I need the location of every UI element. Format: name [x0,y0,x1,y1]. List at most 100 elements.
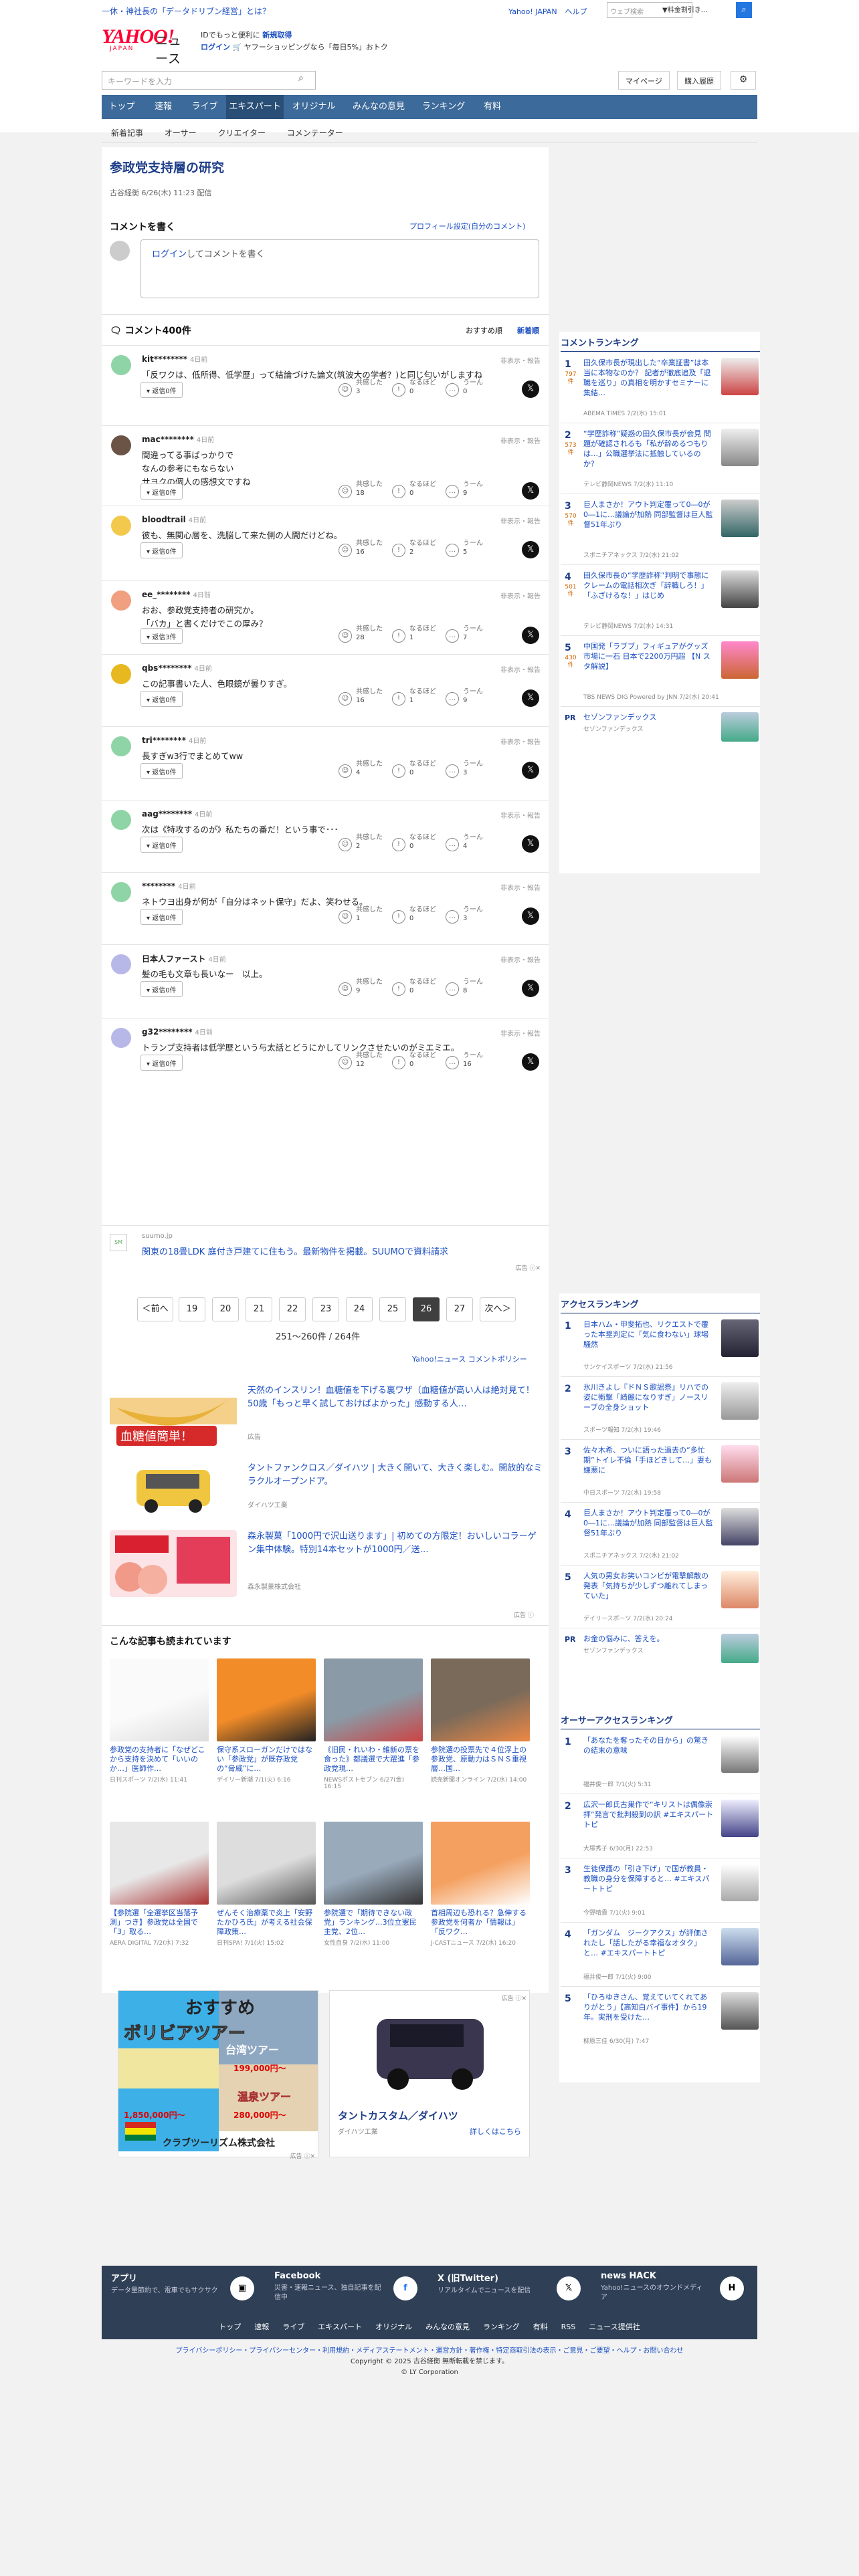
subnav-author[interactable]: オーサー [165,128,197,138]
article-card-title[interactable]: 参政党の支持者に「なぜどこから支持を決めて「いいのか…」医師作… [110,1745,209,1774]
footer-nav-item[interactable]: オリジナル [375,2323,412,2331]
subnav-commentator[interactable]: コメンテーター [287,128,343,138]
user-name[interactable]: 日本人ファースト [142,954,205,964]
reaction-b[interactable]: ! なるほど 0 [392,834,443,854]
footer-col[interactable]: アプリ データ量節約で、電車でもサクサク ▣ [111,2271,265,2300]
rank-title[interactable]: 巨人まさか！アウト判定覆って0―0が0―1に…議論が加熱 同部監督は巨人監督51… [583,1508,714,1538]
ranking-item[interactable]: 1 797件 田久保市長が現出した“卒業証書”は本当に本物なのか？ 記者が徹底追及「… [561,352,760,423]
page-number[interactable]: 23 [312,1297,339,1321]
ad-title[interactable]: タントカスタム／ダイハツ [338,2109,458,2123]
article-card-title[interactable]: 参院選の投票先で４位浮上の参政党、原動力はＳＮＳ重視層…国… [431,1745,530,1774]
reaction-c[interactable]: … うーん 4 [446,834,496,854]
ranking-item[interactable]: 2 氷川きよし『ドＮＳ歌謡祭』リハでの姿に衝撃「綺麗になりすぎ」ノースリーブの全身… [561,1376,760,1439]
ranking-item[interactable]: 5 人気の男女お笑いコンビが電撃解散の発表「気持ちが少しずつ離れてしまっていた」デ… [561,1565,760,1628]
newshack-icon[interactable]: H [720,2276,744,2300]
rank-title[interactable]: 佐々木希、ついに語った過去の“多忙期”トイレ不倫「手ほどきして…」妻も嫌悪に [583,1445,714,1475]
gear-icon[interactable]: ⚙ [731,71,756,90]
article-card-title[interactable]: 参院選で「期待できない政党」ランキング…3位立憲民主党、2位… [324,1909,423,1937]
article-card[interactable]: ぜんそく治療薬で炎上「安野たかひろ氏」が考える社会保障政策… 日刊SPA! 7/1… [217,1822,316,1947]
pr-title[interactable]: お金の悩みに、答えを。 [583,1634,714,1644]
reply-button[interactable]: ▾ 返信0件 [140,542,183,558]
yahoo-news-logo[interactable]: YAHOO! JAPAN ニュース [102,25,190,66]
article-card-title[interactable]: 【参院選「全選挙区当落予測」つき】参政党は全国で「3」取る… [110,1909,209,1937]
ranking-item[interactable]: 4 501件 田久保市長の“学歴詐称”判明で事態にクレームの電話相次ぎ「辞職しろ！」… [561,564,760,635]
x-share-icon[interactable]: 𝕏 [522,980,539,997]
rank-title[interactable]: 「ひろゆきさん、覚えていてくれてありがとう」【高知白バイ事件】から19年。実刑を… [583,1992,714,2022]
article-card[interactable]: 参院選で「期待できない政党」ランキング…3位立憲民主党、2位… 女性自身 7/2(… [324,1822,423,1947]
ad-text[interactable]: タントファンクロス／ダイハツ | 大きく開いて、大きく楽しむ。開放的なミラクルオ… [248,1462,545,1489]
ranking-item[interactable]: 5 430件 中国発「ラブブ」フィギュアがグッズ市場に一石 日本で2200万円超 【… [561,635,760,706]
native-ad[interactable]: SM suumo.jp 関東の18畳LDK 庭付き戸建てに住もう。最新物件を掲載… [102,1225,549,1279]
ranking-item[interactable]: 1 日本ハム・甲斐拓也、リクエストで覆った本塁判定に「気に食わない」球場騒然 サンケ… [561,1313,760,1376]
report-link[interactable]: 非表示・報告 [500,1028,541,1038]
legal-links[interactable]: プライバシーポリシー・プライバシーセンター・利用規約・メディアステートメント・運… [102,2346,757,2357]
facebook-icon[interactable]: f [393,2276,417,2300]
footer-nav-item[interactable]: トップ [219,2323,241,2331]
nav-item[interactable]: ランキング [415,95,472,119]
ad-row[interactable]: 血糖値簡単！ 天然のインスリン！血糖値を下げる裏ワザ（血糖値が高い人は絶対見て！… [110,1384,545,1458]
reply-button[interactable]: ▾ 返信0件 [140,837,183,853]
report-link[interactable]: 非表示・報告 [500,591,541,601]
sort-newest[interactable]: 新着順 [517,326,539,335]
reaction-a[interactable]: ☺ 共感した 18 [339,481,389,501]
comment-input[interactable]: ログインしてコメントを書く [140,239,539,298]
search-select[interactable]: ▼料金割引き... [662,4,707,14]
reaction-a[interactable]: ☺ 共感した 16 [339,540,389,560]
report-link[interactable]: 非表示・報告 [500,954,541,964]
reaction-b[interactable]: ! なるほど 0 [392,978,443,998]
reply-button[interactable]: ▾ 返信0件 [140,909,183,925]
ranking-item[interactable]: 1 「あなたを奪ったその日から」の驚きの結末の意味 福井俊一郎 7/1(火) 5:3… [561,1729,760,1794]
user-name[interactable]: bloodtrail [142,515,186,524]
reaction-a[interactable]: ☺ 共感した 28 [339,625,389,645]
rank-title[interactable]: 田久保市長が現出した“卒業証書”は本当に本物なのか？ 記者が徹底追及「退職を巡り… [583,358,714,398]
ad-detail-link[interactable]: 詳しくはこちら [470,2126,521,2137]
reaction-b[interactable]: ! なるほど 0 [392,760,443,780]
user-name[interactable]: aag******** [142,809,192,819]
rank-title[interactable]: 生徒保護の「引き下げ」で国が教員・教職の身分を保障すると… #エキスパートトピ [583,1864,714,1894]
pr-item[interactable]: PR セゾンファンデックス セゾンファンデックス [561,706,760,746]
reaction-a[interactable]: ☺ 共感した 4 [339,760,389,780]
rank-title[interactable]: 「あなたを奪ったその日から」の驚きの結末の意味 [583,1735,714,1755]
user-name[interactable]: tri******** [142,736,186,745]
profile-setting-link[interactable]: プロフィール設定(自分のコメント) [409,221,525,231]
comment-user[interactable]: kit******** 4日前 [142,354,207,364]
reply-button[interactable]: ▾ 返信0件 [140,691,183,707]
nav-item[interactable]: ライブ [185,95,225,119]
yahoo-japan-link[interactable]: Yahoo! JAPAN [508,7,557,16]
pr-title[interactable]: セゾンファンデックス [583,712,714,722]
x-share-icon[interactable]: 𝕏 [522,907,539,925]
footer-nav-item[interactable]: ライブ [282,2323,304,2331]
footer-col[interactable]: Facebook 災害・速報ニュース、独自記事を配信中 f [274,2271,428,2302]
ad-text[interactable]: 森永製菓「1000円で沢山送ります」| 初めての方限定！おいしいコラーゲン集中体… [248,1530,545,1557]
ranking-item[interactable]: 3 570件 巨人まさか！アウト判定覆って0―0が0―1に…議論が加熱 同部監督は巨… [561,494,760,564]
travel-ad[interactable]: クラブツーリズム株式会社 おすすめ ボリビアツアー 台湾ツアー 199,000円… [118,1990,318,2160]
footer-nav-item[interactable]: ランキング [483,2323,520,2331]
pr-item[interactable]: PR お金の悩みに、答えを。 セゾンファンデックス [561,1628,760,1668]
footer-col[interactable]: news HACK Yahoo!ニュースのオウンドメディア H [601,2271,755,2302]
page-number[interactable]: 20 [212,1297,239,1321]
rank-title[interactable]: 氷川きよし『ドＮＳ歌謡祭』リハでの姿に衝撃「綺麗になりすぎ」ノースリーブの全身シ… [583,1382,714,1412]
nav-item[interactable]: 有料 [474,95,511,119]
ranking-item[interactable]: 3 佐々木希、ついに語った過去の“多忙期”トイレ不倫「手ほどきして…」妻も嫌悪に中… [561,1439,760,1502]
report-link[interactable]: 非表示・報告 [500,664,541,674]
article-card[interactable]: 首相周辺も恐れる？急伸する参政党を何者か「情報は」「反ワク… J-CASTニュース… [431,1822,530,1947]
footer-nav-item[interactable]: RSS [561,2323,576,2331]
comment-user[interactable]: aag******** 4日前 [142,809,212,819]
comment-user[interactable]: mac******** 4日前 [142,434,214,444]
reaction-b[interactable]: ! なるほど 2 [392,540,443,560]
page-number[interactable]: 19 [179,1297,205,1321]
x-icon[interactable]: 𝕏 [557,2276,581,2300]
article-card[interactable]: 《旧民・れいわ・維新の票を食った》都議選で大躍進「参政党現… NEWSポストセブン… [324,1658,423,1790]
rank-title[interactable]: 広沢一郎氏古巣作で“キリストは偶像崇拝”発言で批判殺到の訳 #エキスパートトピ [583,1800,714,1830]
mypage-button[interactable]: マイページ [618,71,670,90]
signup-link[interactable]: 新規取得 [262,31,292,39]
user-name[interactable]: mac******** [142,435,194,444]
app-icon[interactable]: ▣ [230,2276,254,2300]
comment-user[interactable]: ******** 4日前 [142,881,196,891]
x-share-icon[interactable]: 𝕏 [522,762,539,779]
nav-item[interactable]: エキスパート [226,95,284,119]
article-card[interactable]: 参院選の投票先で４位浮上の参政党、原動力はＳＮＳ重視層…国… 読売新聞オンライン … [431,1658,530,1784]
login-link[interactable]: ログイン [201,43,230,51]
user-name[interactable]: qbs******** [142,663,192,673]
page-number[interactable]: 27 [446,1297,473,1321]
